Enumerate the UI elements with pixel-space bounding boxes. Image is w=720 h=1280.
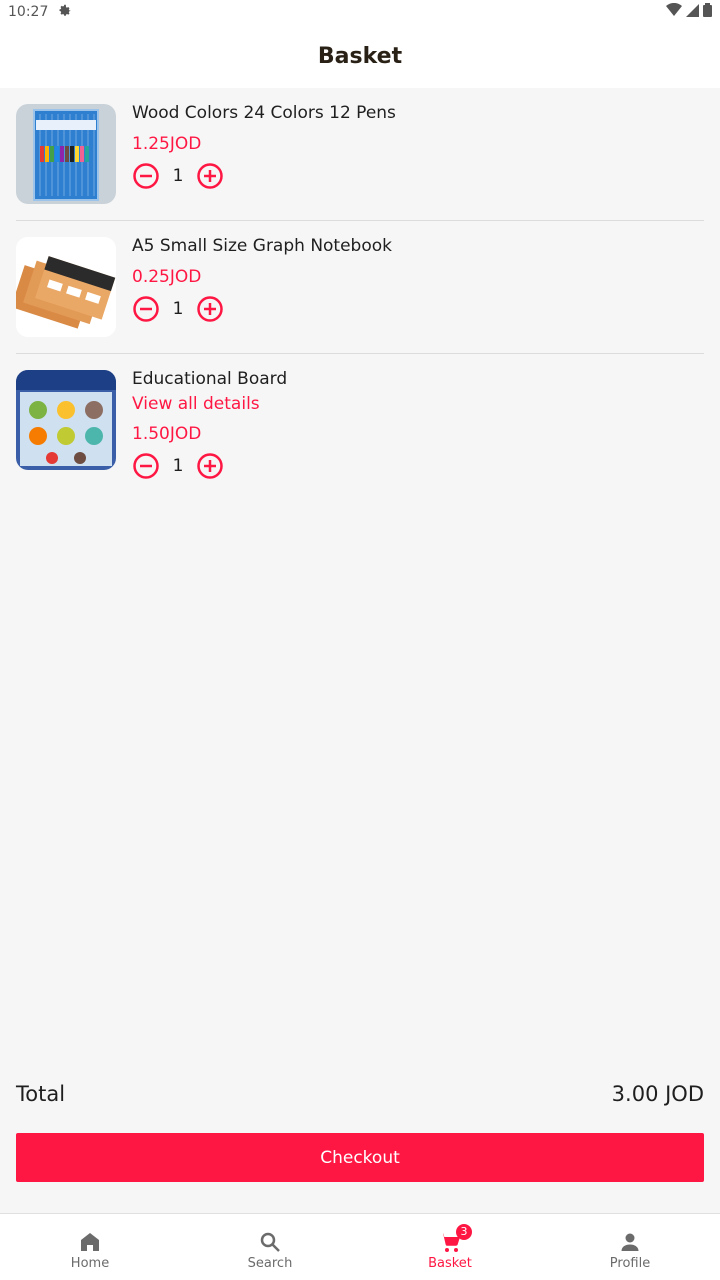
- nav-label-basket: Basket: [428, 1255, 472, 1271]
- product-price: 1.25JOD: [132, 134, 202, 154]
- home-icon: [78, 1230, 102, 1254]
- product-price: 0.25JOD: [132, 267, 202, 287]
- nav-item-basket[interactable]: 3 Basket: [360, 1214, 540, 1280]
- decrease-quantity-button[interactable]: [132, 162, 160, 190]
- search-icon: [258, 1230, 282, 1254]
- product-price: 1.50JOD: [132, 424, 202, 444]
- nav-item-search[interactable]: Search: [180, 1214, 360, 1280]
- quantity-stepper: 1: [132, 295, 392, 323]
- wifi-icon: [666, 2, 682, 21]
- quantity-stepper: 1: [132, 162, 396, 190]
- signal-icon: [686, 3, 699, 21]
- basket-count-badge: 3: [456, 1223, 472, 1240]
- page-title: Basket: [317, 43, 403, 69]
- nav-label-home: Home: [70, 1255, 110, 1271]
- quantity-stepper: 1: [132, 452, 287, 480]
- status-icons: [666, 2, 712, 21]
- product-name: A5 Small Size Graph Notebook: [132, 236, 392, 256]
- checkout-button[interactable]: Checkout: [16, 1133, 704, 1182]
- product-image[interactable]: [16, 104, 116, 204]
- settings-icon: [58, 3, 72, 21]
- product-name: Educational Board: [132, 369, 288, 389]
- product-image[interactable]: [16, 237, 116, 337]
- quantity-value: 1: [172, 299, 184, 319]
- nav-label-profile: Profile: [609, 1255, 651, 1271]
- cart-icon: 3: [438, 1223, 472, 1254]
- nav-label-search: Search: [247, 1255, 293, 1271]
- basket-item: Educational Board View all details 1.50J…: [16, 354, 704, 496]
- decrease-quantity-button[interactable]: [132, 295, 160, 323]
- increase-quantity-button[interactable]: [196, 162, 224, 190]
- basket-item: A5 Small Size Graph Notebook 0.25JOD 1: [16, 221, 704, 354]
- total-row: Total 3.00 JOD: [16, 1076, 704, 1112]
- status-bar: 10:27: [0, 0, 720, 24]
- basket-list: Wood Colors 24 Colors 12 Pens 1.25JOD 1: [16, 88, 704, 496]
- nav-item-home[interactable]: Home: [0, 1214, 180, 1280]
- total-label: Total: [16, 1082, 66, 1106]
- product-name: Wood Colors 24 Colors 12 Pens: [132, 103, 396, 123]
- increase-quantity-button[interactable]: [196, 295, 224, 323]
- total-value: 3.00 JOD: [611, 1082, 704, 1106]
- nav-item-profile[interactable]: Profile: [540, 1214, 720, 1280]
- product-image[interactable]: [16, 370, 116, 470]
- app-header: Basket: [0, 24, 720, 88]
- quantity-value: 1: [172, 456, 184, 476]
- status-time: 10:27: [8, 4, 49, 20]
- basket-item: Wood Colors 24 Colors 12 Pens 1.25JOD 1: [16, 88, 704, 221]
- increase-quantity-button[interactable]: [196, 452, 224, 480]
- decrease-quantity-button[interactable]: [132, 452, 160, 480]
- profile-icon: [618, 1230, 642, 1254]
- battery-icon: [703, 3, 712, 21]
- view-all-details-link[interactable]: View all details: [132, 392, 287, 416]
- quantity-value: 1: [172, 166, 184, 186]
- bottom-navigation: Home Search 3 Basket Profile: [0, 1213, 720, 1280]
